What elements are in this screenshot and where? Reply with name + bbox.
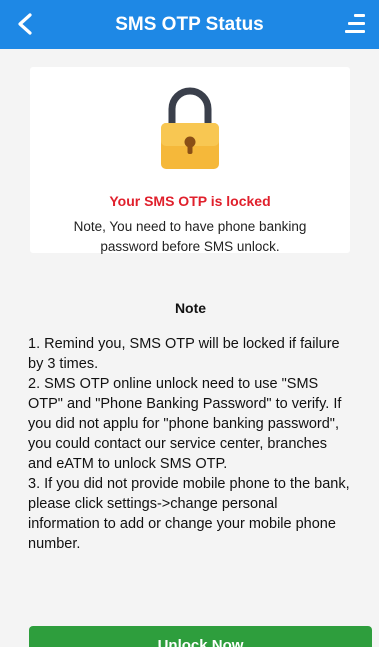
- sms-otp-status-screen: SMS OTP Status Your SMS OTP is locked No…: [0, 0, 379, 647]
- page-title: SMS OTP Status: [115, 14, 264, 35]
- menu-icon: [345, 14, 365, 33]
- unlock-now-button[interactable]: Unlock Now: [29, 626, 372, 647]
- lock-note-text: Note, You need to have phone banking pas…: [73, 219, 307, 254]
- back-button[interactable]: [6, 4, 46, 44]
- padlock-icon: [161, 87, 219, 169]
- note-title: Note: [174, 300, 207, 316]
- lock-status-text: Your SMS OTP is locked: [109, 193, 271, 209]
- note-item-1: 1. Remind you, SMS OTP will be locked if…: [28, 336, 340, 372]
- app-header: SMS OTP Status: [0, 0, 379, 49]
- lock-status-card: Your SMS OTP is locked Note, You need to…: [30, 67, 350, 254]
- note-item-2: 2. SMS OTP online unlock need to use "SM…: [28, 376, 342, 472]
- note-section: Note 1. Remind you, SMS OTP will be lock…: [28, 300, 353, 554]
- note-item-3: 3. If you did not provide mobile phone t…: [28, 476, 350, 552]
- lock-icon-wrapper: [30, 85, 350, 173]
- menu-button[interactable]: [335, 4, 375, 44]
- chevron-left-icon: [18, 13, 32, 35]
